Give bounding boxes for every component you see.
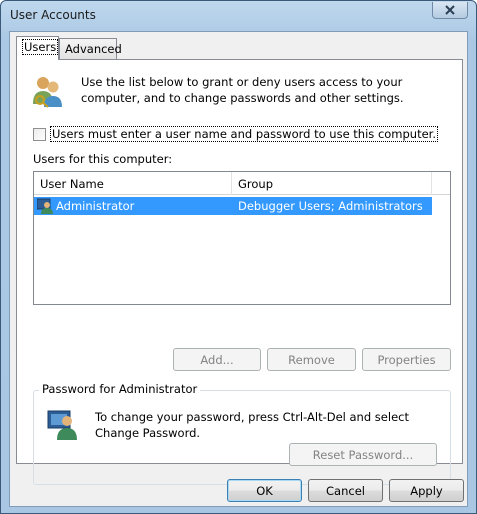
tab-advanced[interactable]: Advanced xyxy=(59,38,122,59)
password-group-title: Password for Administrator xyxy=(39,382,201,396)
tab-advanced-label: Advanced xyxy=(65,42,122,56)
column-header-user-name[interactable]: User Name xyxy=(34,172,232,195)
dialog-client-area: Users Advanced Use the list below to gra… xyxy=(9,31,468,507)
tab-users-label: Users xyxy=(22,39,59,55)
close-button[interactable] xyxy=(432,2,468,19)
apply-button[interactable]: Apply xyxy=(389,479,464,502)
ok-button[interactable]: OK xyxy=(227,479,302,502)
title-bar[interactable]: User Accounts xyxy=(1,1,476,31)
tab-users[interactable]: Users xyxy=(16,36,59,60)
cell-user-name: Administrator xyxy=(56,199,135,213)
close-icon xyxy=(445,5,455,15)
remove-user-button[interactable]: Remove xyxy=(267,348,356,371)
window-title: User Accounts xyxy=(10,8,96,22)
column-header-group[interactable]: Group xyxy=(232,172,432,195)
users-list-label: Users for this computer: xyxy=(33,152,173,166)
user-icon xyxy=(36,198,53,217)
users-listview[interactable]: User Name Group Administrator Debugger U… xyxy=(33,171,451,305)
list-item[interactable]: Administrator Debugger Users; Administra… xyxy=(34,197,432,215)
list-header: User Name Group xyxy=(34,172,450,195)
require-login-option[interactable]: Users must enter a user name and passwor… xyxy=(33,126,439,142)
user-accounts-window: User Accounts Users Advanced Use the lis… xyxy=(0,0,477,514)
reset-password-button[interactable]: Reset Password... xyxy=(289,443,437,466)
require-login-checkbox[interactable] xyxy=(33,127,46,141)
user-icon xyxy=(47,408,79,443)
properties-button[interactable]: Properties xyxy=(362,348,451,371)
cancel-button[interactable]: Cancel xyxy=(308,479,383,502)
password-instructions: To change your password, press Ctrl-Alt-… xyxy=(95,410,409,440)
intro-text: Use the list below to grant or deny user… xyxy=(81,75,404,105)
add-user-button[interactable]: Add... xyxy=(173,348,261,371)
require-login-label[interactable]: Users must enter a user name and passwor… xyxy=(50,126,439,142)
users-icon xyxy=(31,74,65,111)
cell-group: Debugger Users; Administrators xyxy=(238,199,423,213)
users-tab-panel: Use the list below to grant or deny user… xyxy=(16,59,463,485)
